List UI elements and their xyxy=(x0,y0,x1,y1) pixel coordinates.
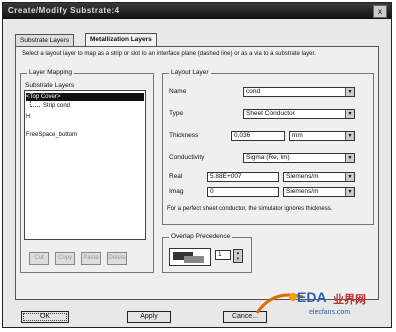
delete-button[interactable]: Delete xyxy=(107,252,127,265)
chevron-down-icon[interactable]: ▼ xyxy=(345,154,354,162)
window-title: Create/Modify Substrate:4 xyxy=(8,6,120,15)
type-value: Sheet Conductor xyxy=(246,110,295,117)
conductivity-label: Conductivity xyxy=(169,154,205,161)
chevron-down-icon[interactable]: ▼ xyxy=(345,88,354,96)
substrate-layers-list[interactable]: <Top Cover> Strip cond H FreeSpace_botto… xyxy=(24,90,146,240)
name-label: Name xyxy=(169,88,187,95)
thickness-label: Thickness xyxy=(169,132,199,139)
imag-input[interactable]: 0 xyxy=(207,187,279,197)
overlap-spinner[interactable]: ▲ ▼ xyxy=(233,249,243,263)
watermark-text: EDA xyxy=(297,289,327,305)
ok-button[interactable]: OK xyxy=(21,311,69,323)
title-bar[interactable]: Create/Modify Substrate:4 x xyxy=(3,3,391,19)
overlap-precedence-group: Overlap Precedence 1 ▲ ▼ xyxy=(162,233,252,273)
list-item[interactable]: <Top Cover> xyxy=(26,93,144,101)
chevron-down-icon[interactable]: ▼ xyxy=(345,110,354,118)
thickness-input[interactable]: 0.036 xyxy=(231,131,285,141)
watermark-subtitle: 业界网 xyxy=(333,294,366,306)
overlap-diagram-icon xyxy=(169,248,211,266)
name-dropdown[interactable]: cond ▼ xyxy=(243,87,355,97)
paste-button[interactable]: Paste xyxy=(81,252,101,265)
type-dropdown[interactable]: Sheet Conductor ▼ xyxy=(243,109,355,119)
overlap-precedence-label: Overlap Precedence xyxy=(169,233,233,240)
chevron-down-icon[interactable]: ▼ xyxy=(345,188,354,196)
imag-unit-dropdown[interactable]: Siemens/m ▼ xyxy=(283,187,355,197)
chevron-down-icon[interactable]: ▼ xyxy=(345,132,354,140)
chevron-down-icon[interactable]: ▼ xyxy=(345,173,354,181)
name-value: cond xyxy=(246,88,261,95)
imag-label: Imag xyxy=(169,188,184,195)
imag-unit-value: Siemens/m xyxy=(286,188,319,195)
substrate-layers-header: Substrate Layers xyxy=(25,82,75,89)
conductivity-dropdown[interactable]: Sigma (Re, Im) ▼ xyxy=(243,153,355,163)
copy-button[interactable]: Copy xyxy=(55,252,75,265)
apply-button[interactable]: Apply xyxy=(127,311,171,323)
type-label: Type xyxy=(169,110,184,117)
real-unit-dropdown[interactable]: Siemens/m ▼ xyxy=(283,172,355,182)
overlap-value-input[interactable]: 1 xyxy=(215,250,231,260)
tab-metallization-layers[interactable]: Metallization Layers xyxy=(85,33,157,46)
layer-mapping-group: Layer Mapping Substrate Layers <Top Cove… xyxy=(20,69,154,273)
watermark-logo: EDA 业界网 elecfans.com xyxy=(253,283,383,321)
instructions-text: Select a layout layer to map as a strip … xyxy=(22,51,316,57)
close-button[interactable]: x xyxy=(373,5,387,18)
layout-layer-group: Layout Layer Name cond ▼ Type Sheet Cond… xyxy=(162,69,374,225)
tree-connector xyxy=(30,106,40,107)
watermark-site: elecfans.com xyxy=(309,309,351,316)
thickness-unit-value: mm xyxy=(292,132,303,139)
tab-substrate-layers[interactable]: Substrate Layers xyxy=(15,34,75,46)
real-unit-value: Siemens/m xyxy=(286,173,319,180)
conductivity-value: Sigma (Re, Im) xyxy=(246,154,290,161)
metallization-panel: Select a layout layer to map as a strip … xyxy=(15,46,379,300)
cut-button[interactable]: Cut xyxy=(29,252,49,265)
layer-mapping-label: Layer Mapping xyxy=(27,69,74,76)
thickness-note: For a perfect sheet conductor, the simul… xyxy=(167,206,333,212)
list-item[interactable]: H xyxy=(26,113,30,121)
dialog-window: Create/Modify Substrate:4 x Substrate La… xyxy=(2,2,392,328)
real-label: Real xyxy=(169,173,183,180)
layout-layer-label: Layout Layer xyxy=(169,69,211,76)
list-item[interactable]: FreeSpace_bottom xyxy=(26,131,77,139)
thickness-unit-dropdown[interactable]: mm ▼ xyxy=(289,131,355,141)
layers-icon xyxy=(173,252,204,263)
real-input[interactable]: 5.88E+007 xyxy=(207,172,279,182)
list-item[interactable]: Strip cond xyxy=(43,102,70,110)
